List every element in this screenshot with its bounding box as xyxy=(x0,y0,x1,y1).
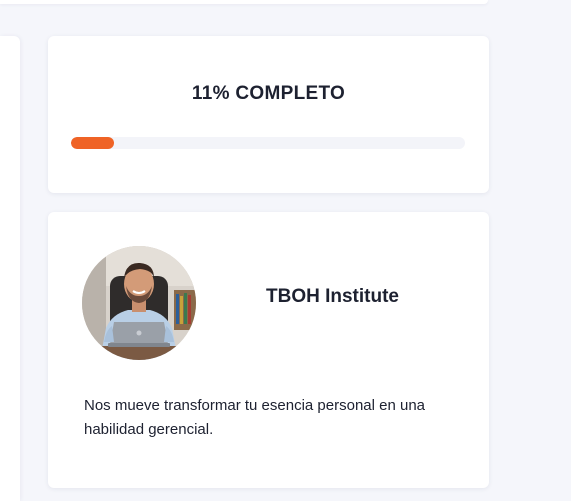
instructor-photo-icon xyxy=(82,246,196,360)
author-bio: Nos mueve transformar tu esencia persona… xyxy=(84,397,426,438)
avatar xyxy=(82,246,196,360)
author-name: TBOH Institute xyxy=(266,286,399,307)
progress-bar xyxy=(71,137,465,149)
progress-bar-fill xyxy=(71,137,115,149)
progress-label: 11% COMPLETO xyxy=(191,83,346,104)
progress-card: 11% COMPLETO xyxy=(48,36,489,193)
author-card: TBOH Institute Nos mueve transformar tu … xyxy=(48,212,489,488)
content-panel-edge xyxy=(0,36,20,501)
course-sidebar: 11% COMPLETO TBOH Institute Nos mueve tr… xyxy=(0,0,571,501)
header-strip xyxy=(0,0,488,4)
